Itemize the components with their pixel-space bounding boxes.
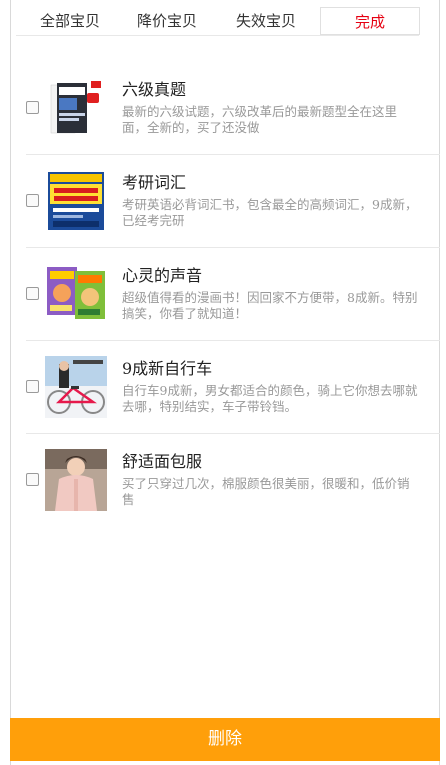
item-title[interactable]: 六级真题 — [122, 79, 422, 101]
item-description: 超级值得看的漫画书！因回家不方便带，8成新。特别搞笑，你看了就知道！ — [122, 290, 418, 321]
book-cover-image[interactable] — [45, 77, 107, 139]
item-description: 买了只穿过几次，棉服颜色很美丽，很暖和，低价销售 — [122, 476, 410, 507]
done-button[interactable]: 完成 — [320, 7, 420, 35]
list-item: 考研词汇 考研英语必背词汇书，包含最全的高频词汇，9成新，已经考完研 — [26, 155, 440, 248]
tab-bar: 全部宝贝 降价宝贝 失效宝贝 完成 — [16, 7, 420, 36]
item-title[interactable]: 考研词汇 — [122, 172, 422, 194]
item-description: 考研英语必背词汇书，包含最全的高频词汇，9成新，已经考完研 — [122, 197, 418, 228]
list-item: 9成新自行车 自行车9成新，男女都适合的颜色，骑上它你想去哪就去哪，特别结实，车… — [26, 341, 440, 434]
item-checkbox[interactable] — [26, 101, 39, 114]
tab-price-drop[interactable]: 降价宝贝 — [129, 7, 205, 35]
comic-book-image[interactable] — [45, 263, 107, 325]
item-checkbox[interactable] — [26, 380, 39, 393]
item-checkbox[interactable] — [26, 473, 39, 486]
coat-image[interactable] — [45, 449, 107, 511]
item-checkbox[interactable] — [26, 194, 39, 207]
bicycle-image[interactable] — [45, 356, 107, 418]
favorites-list: 六级真题 最新的六级试题，六级改革后的最新题型全在这里面，全新的，买了还没做 考… — [26, 62, 440, 527]
item-description: 自行车9成新，男女都适合的颜色，骑上它你想去哪就去哪，特别结实，车子带铃铛。 — [122, 383, 418, 414]
list-item: 六级真题 最新的六级试题，六级改革后的最新题型全在这里面，全新的，买了还没做 — [26, 62, 440, 155]
tab-all-items[interactable]: 全部宝贝 — [32, 7, 108, 35]
item-title[interactable]: 舒适面包服 — [122, 451, 422, 473]
item-checkbox[interactable] — [26, 287, 39, 300]
delete-button[interactable]: 删除 — [10, 718, 440, 761]
item-title[interactable]: 心灵的声音 — [122, 265, 422, 287]
item-description: 最新的六级试题，六级改革后的最新题型全在这里面，全新的，买了还没做 — [122, 104, 398, 135]
tab-invalid-items[interactable]: 失效宝贝 — [228, 7, 304, 35]
list-item: 心灵的声音 超级值得看的漫画书！因回家不方便带，8成新。特别搞笑，你看了就知道！ — [26, 248, 440, 341]
book-cover-image[interactable] — [45, 170, 107, 232]
list-item: 舒适面包服 买了只穿过几次，棉服颜色很美丽，很暖和，低价销售 — [26, 434, 440, 527]
item-title[interactable]: 9成新自行车 — [122, 358, 422, 380]
